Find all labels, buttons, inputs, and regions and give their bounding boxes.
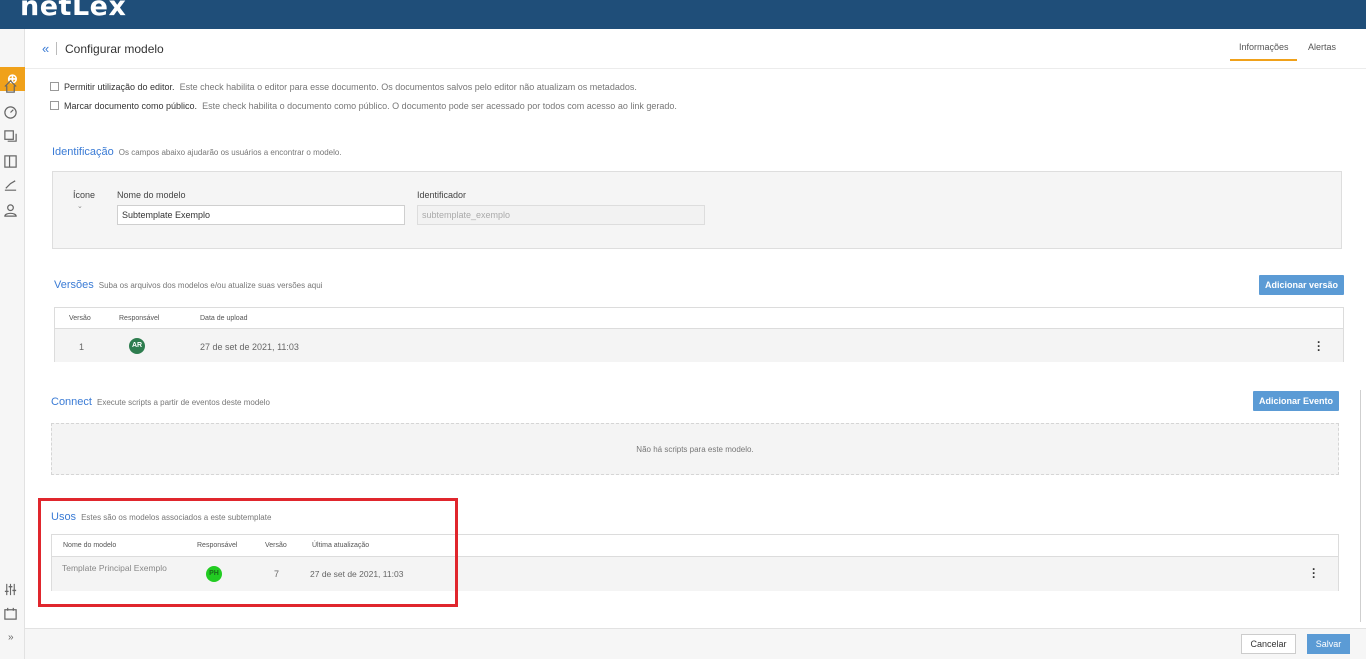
netlex-logo[interactable]: netLex bbox=[20, 0, 126, 22]
settings-sliders-icon[interactable] bbox=[3, 582, 20, 599]
highlight-annotation bbox=[38, 498, 458, 607]
option-desc: Este check habilita o documento como púb… bbox=[202, 101, 677, 111]
nome-input[interactable]: Subtemplate Exemplo bbox=[117, 205, 405, 225]
tab-informacoes[interactable]: Informações bbox=[1239, 42, 1289, 52]
section-title: Versões bbox=[54, 279, 94, 291]
column-header: Versão bbox=[69, 315, 91, 322]
connect-empty-state: Não há scripts para este modelo. bbox=[51, 423, 1339, 475]
more-options-icon[interactable]: · · · bbox=[1311, 563, 1317, 583]
back-button[interactable]: « bbox=[42, 41, 49, 56]
section-subtitle: Os campos abaixo ajudarão os usuários a … bbox=[118, 148, 342, 157]
option-label: Permitir utilização do editor. bbox=[64, 82, 175, 92]
top-bar: netLex bbox=[0, 0, 1366, 29]
option-label: Marcar documento como público. bbox=[64, 101, 198, 111]
avatar: AR bbox=[129, 338, 145, 354]
section-title: Identificação bbox=[52, 146, 114, 158]
add-version-button[interactable]: Adicionar versão bbox=[1259, 275, 1344, 295]
identificador-label: Identificador bbox=[417, 190, 467, 200]
page-title: Configurar modelo bbox=[65, 42, 164, 56]
column-header: Data de upload bbox=[200, 315, 248, 322]
icone-label: Ícone bbox=[73, 190, 96, 200]
date-cell: 27 de set de 2021, 11:03 bbox=[200, 342, 299, 352]
tab-alertas[interactable]: Alertas bbox=[1308, 42, 1336, 52]
active-tab-indicator bbox=[1230, 59, 1297, 61]
icon-picker-chevron-icon[interactable]: ⌄ bbox=[77, 202, 83, 210]
public-checkbox[interactable] bbox=[50, 101, 59, 110]
board-icon[interactable] bbox=[3, 154, 20, 171]
option-editor: Permitir utilização do editor. Este chec… bbox=[50, 82, 637, 92]
section-subtitle: Execute scripts a partir de eventos dest… bbox=[96, 398, 270, 407]
option-desc: Este check habilita o editor para esse d… bbox=[179, 82, 637, 92]
editor-checkbox[interactable] bbox=[50, 82, 59, 91]
documents-icon[interactable] bbox=[3, 129, 20, 146]
option-public: Marcar documento como público. Este chec… bbox=[50, 101, 677, 111]
reports-icon[interactable] bbox=[3, 178, 20, 195]
calendar-icon[interactable] bbox=[3, 606, 20, 623]
expand-sidebar-icon[interactable]: » bbox=[8, 632, 14, 643]
identificacao-panel: Ícone ⌄ Nome do modelo Subtemplate Exemp… bbox=[52, 171, 1342, 249]
identificacao-header: Identificação Os campos abaixo ajudarão o… bbox=[52, 146, 342, 158]
divider bbox=[56, 42, 57, 55]
section-title: Connect bbox=[51, 396, 92, 408]
save-button[interactable]: Salvar bbox=[1307, 634, 1350, 654]
empty-message: Não há scripts para este modelo. bbox=[636, 445, 754, 454]
column-header: Responsável bbox=[119, 315, 160, 322]
add-event-button[interactable]: Adicionar Evento bbox=[1253, 391, 1339, 411]
version-cell: 1 bbox=[79, 342, 85, 352]
home-icon[interactable] bbox=[3, 79, 20, 96]
versoes-table: Versão Responsável Data de upload 1 AR 2… bbox=[54, 307, 1344, 362]
user-icon[interactable] bbox=[3, 203, 20, 220]
page-header: « Configurar modelo Informações Alertas bbox=[25, 29, 1366, 69]
versoes-header: Versões Suba os arquivos dos modelos e/ou… bbox=[54, 279, 322, 291]
more-options-icon[interactable]: · · · bbox=[1316, 336, 1322, 356]
section-subtitle: Suba os arquivos dos modelos e/ou atuali… bbox=[98, 281, 323, 290]
nome-label: Nome do modelo bbox=[117, 190, 186, 200]
connect-header: Connect Execute scripts a partir de event… bbox=[51, 396, 270, 408]
dashboard-icon[interactable] bbox=[3, 105, 20, 122]
footer-bar: Cancelar Salvar bbox=[25, 628, 1366, 659]
scrollbar-track[interactable] bbox=[1360, 390, 1361, 622]
cancel-button[interactable]: Cancelar bbox=[1241, 634, 1296, 654]
sidebar: ⊕ » bbox=[0, 29, 25, 659]
identificador-input: subtemplate_exemplo bbox=[417, 205, 705, 225]
table-row[interactable]: 1 AR 27 de set de 2021, 11:03 · · · bbox=[55, 328, 1343, 362]
